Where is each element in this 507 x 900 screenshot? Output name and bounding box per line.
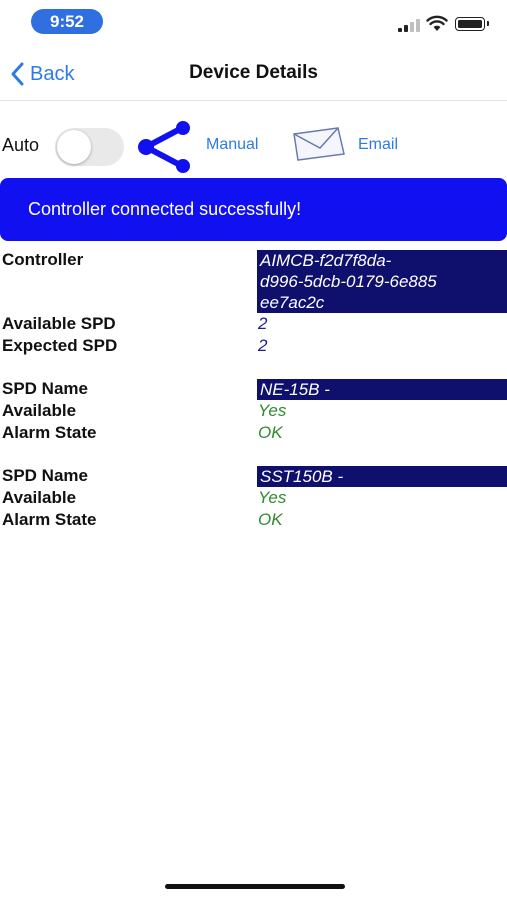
available-spd-value: 2 <box>258 314 268 333</box>
email-link[interactable]: Email <box>358 136 398 154</box>
spd-name-label: SPD Name <box>2 466 88 485</box>
connection-status-banner: Controller connected successfully! <box>0 178 507 241</box>
spd-name-value: SST150B - <box>257 466 507 487</box>
controller-id-line: ee7ac2c <box>260 293 325 312</box>
spd-name-value: NE-15B - <box>257 379 507 400</box>
auto-toggle[interactable] <box>55 128 124 166</box>
spd-available-value: Yes <box>258 488 287 507</box>
battery-icon <box>455 17 489 31</box>
controller-label: Controller <box>2 250 84 269</box>
auto-label: Auto <box>2 135 40 155</box>
status-bar: 9:52 <box>0 0 507 44</box>
spd-alarm-label: Alarm State <box>2 510 97 529</box>
share-icon[interactable] <box>136 120 194 174</box>
status-time: 9:52 <box>31 9 103 34</box>
toggle-knob <box>57 130 91 164</box>
spd-alarm-label: Alarm State <box>2 423 97 442</box>
expected-spd-label: Expected SPD <box>2 336 118 355</box>
spd-alarm-value: OK <box>258 423 283 442</box>
spd-available-value: Yes <box>258 401 287 420</box>
spd-name-label: SPD Name <box>2 379 88 398</box>
banner-message: Controller connected successfully! <box>28 199 302 219</box>
available-spd-label: Available SPD <box>2 314 116 333</box>
home-indicator[interactable] <box>165 884 345 889</box>
mode-toolbar: Auto Manual Email <box>0 110 507 174</box>
wifi-icon <box>426 15 448 31</box>
navigation-bar: Back Device Details <box>0 44 507 101</box>
spd-alarm-value: OK <box>258 510 283 529</box>
manual-link[interactable]: Manual <box>206 136 258 154</box>
controller-id-line: AIMCB-f2d7f8da- <box>260 251 392 270</box>
cellular-signal-icon <box>398 18 420 32</box>
expected-spd-value: 2 <box>258 336 268 355</box>
spd-available-label: Available <box>2 488 77 507</box>
controller-id: AIMCB-f2d7f8da- d996-5dcb-0179-6e885 ee7… <box>257 250 507 313</box>
spd-available-label: Available <box>2 401 77 420</box>
controller-id-line: d996-5dcb-0179-6e885 <box>260 272 437 291</box>
envelope-icon[interactable] <box>292 126 346 162</box>
page-title: Device Details <box>189 62 318 83</box>
